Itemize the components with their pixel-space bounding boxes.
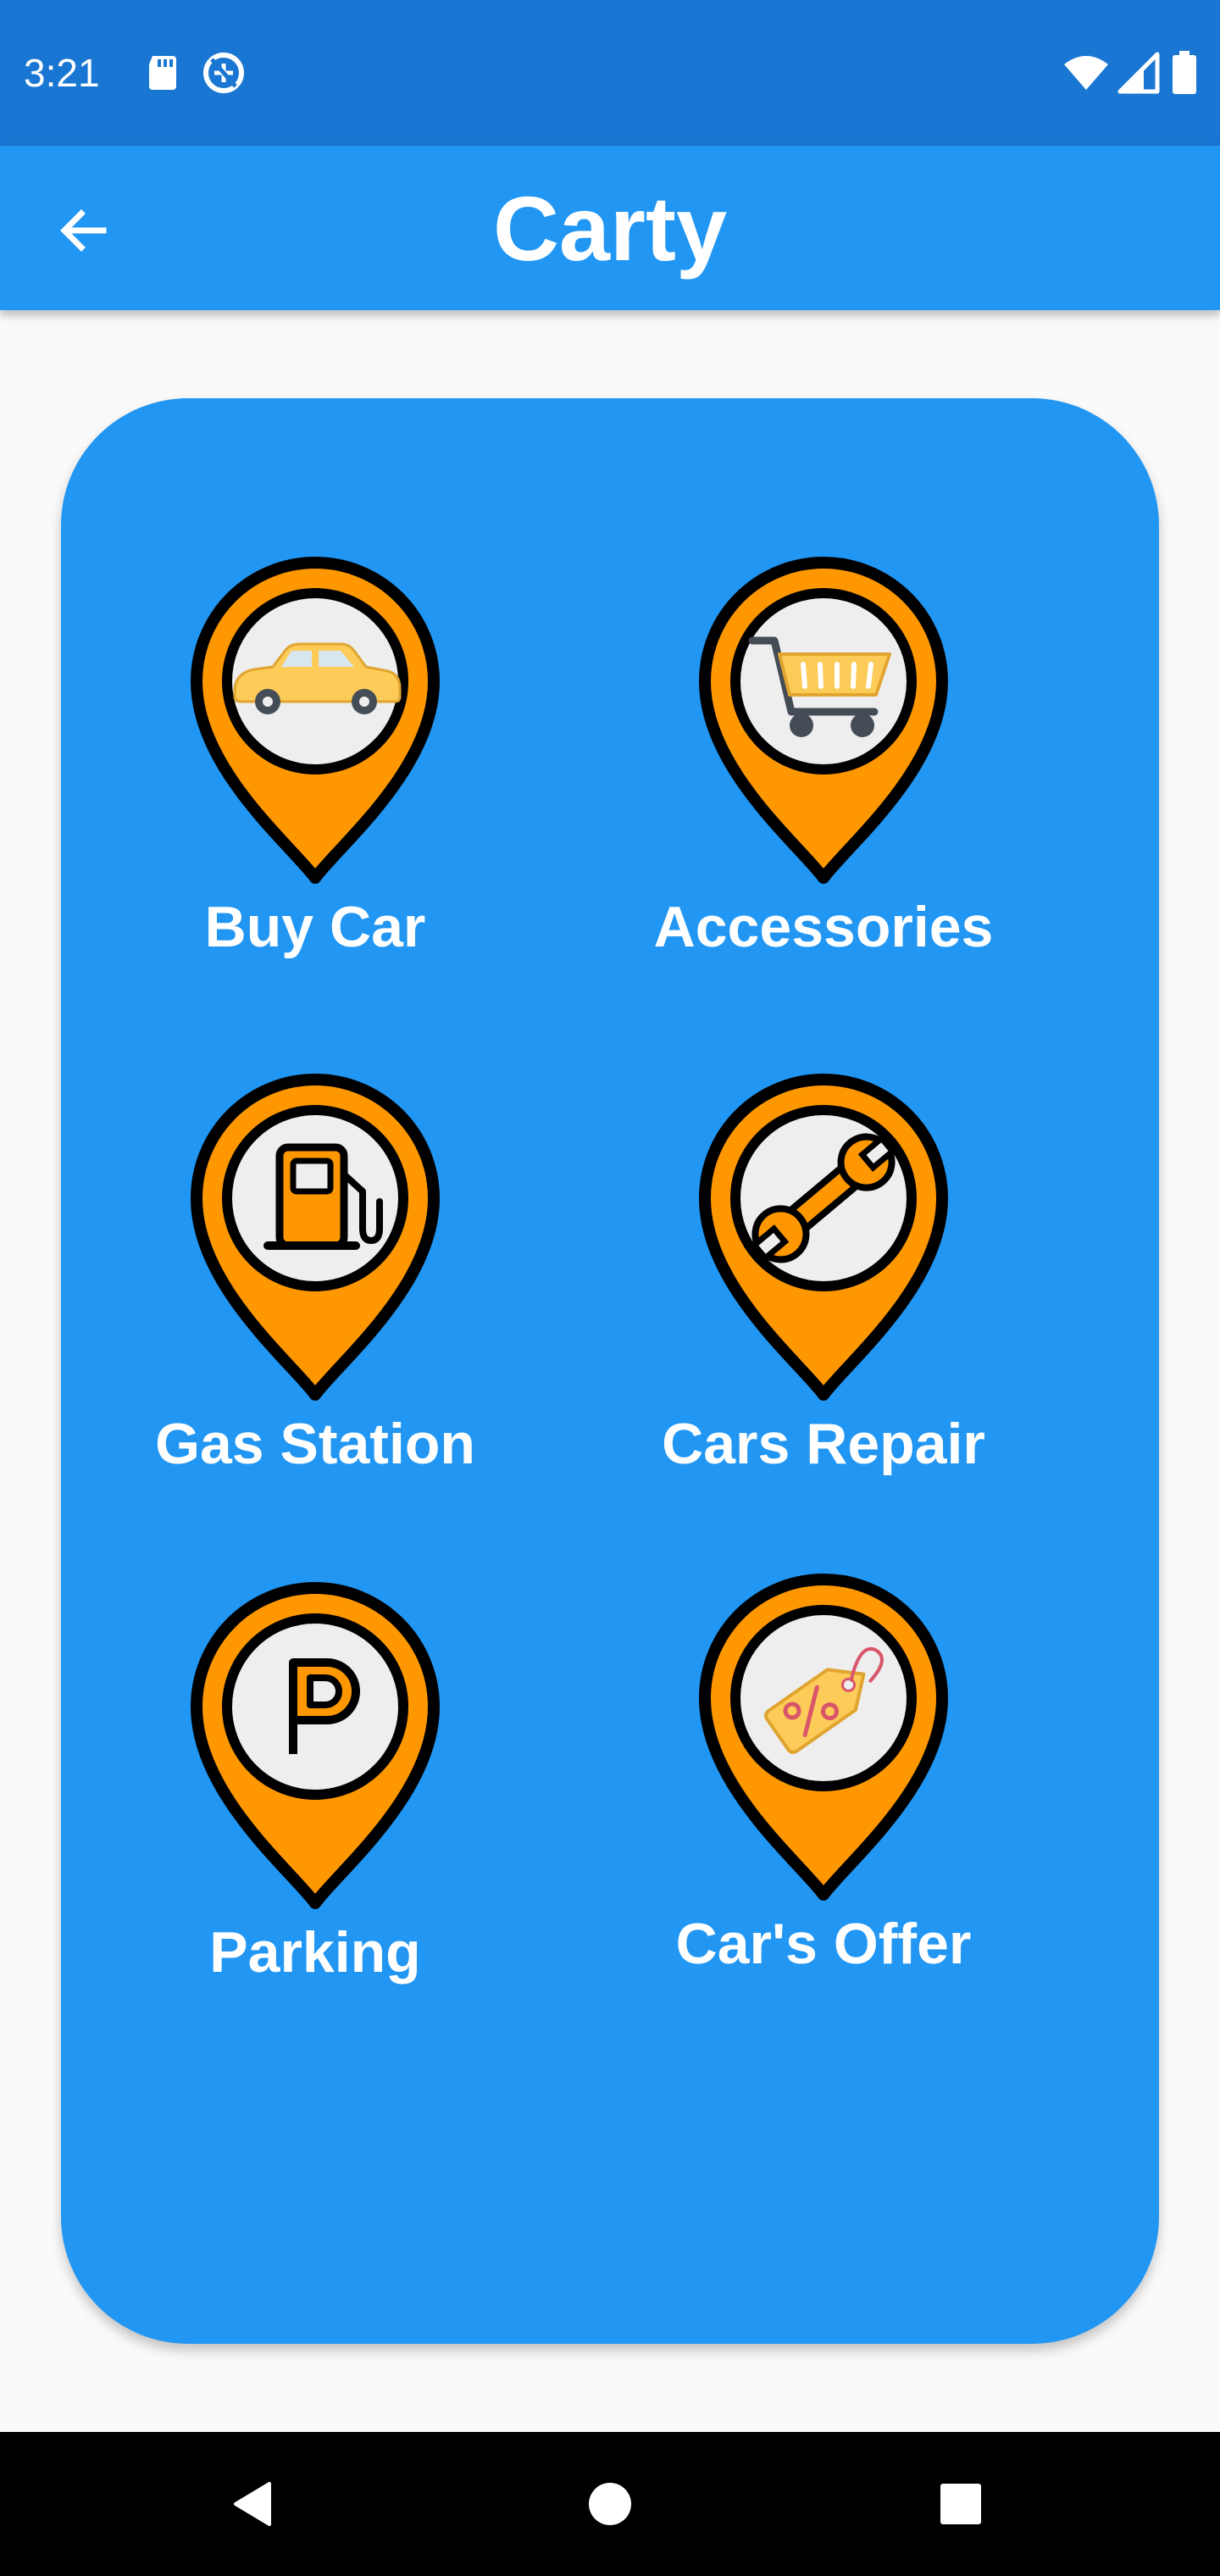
tile-label: Buy Car	[204, 895, 426, 959]
map-pin-icon	[188, 546, 442, 885]
status-time: 3:21	[24, 51, 100, 95]
tile-buy-car[interactable]: Buy Car	[61, 546, 569, 1020]
map-pin-icon	[188, 1063, 442, 1402]
map-pin-icon	[696, 1063, 951, 1402]
tile-label: Gas Station	[155, 1412, 475, 1476]
category-card: Buy Car Accessories Gas Station Cars Rep…	[61, 398, 1159, 2344]
signal-icon	[1117, 52, 1160, 94]
tile-gas-station[interactable]: Gas Station	[61, 1063, 569, 1537]
map-pin-icon	[696, 1563, 951, 1901]
nav-recents-button[interactable]	[918, 2462, 1003, 2546]
tile-cars-offer[interactable]: Car's Offer	[569, 1563, 1078, 2037]
back-triangle-icon	[234, 2482, 271, 2526]
page-title: Carty	[492, 177, 728, 280]
map-pin-icon	[696, 546, 951, 885]
recents-square-icon	[940, 2484, 981, 2524]
app-bar: Carty	[0, 146, 1220, 310]
wifi-icon	[1064, 56, 1108, 90]
status-bar: 3:21	[0, 0, 1220, 146]
home-circle-icon	[589, 2483, 631, 2525]
map-pin-icon	[188, 1571, 442, 1910]
tile-label: Cars Repair	[662, 1412, 985, 1476]
nav-back-button[interactable]	[212, 2462, 297, 2546]
sd-card-icon	[149, 56, 176, 90]
battery-icon	[1173, 51, 1196, 94]
tile-label: Car's Offer	[675, 1912, 972, 1976]
data-saver-icon	[203, 53, 244, 93]
system-nav-bar	[0, 2432, 1220, 2576]
tile-label: Accessories	[653, 895, 994, 959]
tile-accessories[interactable]: Accessories	[569, 546, 1078, 1020]
tile-cars-repair[interactable]: Cars Repair	[569, 1063, 1078, 1537]
nav-home-button[interactable]	[568, 2462, 652, 2546]
tile-label: Parking	[209, 1920, 421, 1985]
tile-parking[interactable]: Parking	[61, 1571, 569, 2046]
